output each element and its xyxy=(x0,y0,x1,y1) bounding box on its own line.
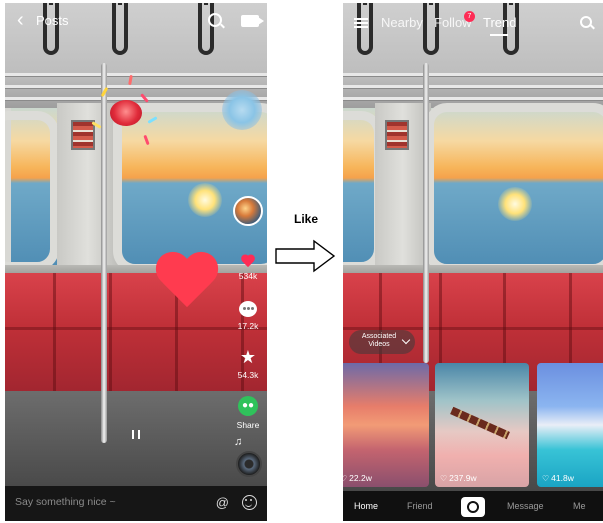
nav-home[interactable]: Home xyxy=(354,501,378,511)
comment-button[interactable]: 17.2k xyxy=(227,301,267,331)
transition-label: Like xyxy=(294,212,319,226)
associated-videos-label: Associated Videos xyxy=(361,333,397,348)
card-view-count: ♡ 22.2w xyxy=(343,473,372,483)
heart-outline-icon: ♡ xyxy=(343,474,348,483)
top-bar: ‹ Posts xyxy=(5,3,267,39)
nav-message[interactable]: Message xyxy=(507,501,544,511)
chevron-down-icon xyxy=(401,335,411,345)
create-button[interactable] xyxy=(461,497,485,517)
grab-pole xyxy=(101,63,107,443)
share-label: Share xyxy=(236,420,260,430)
favorite-count: 54.3k xyxy=(237,370,259,380)
luggage-rail xyxy=(343,85,603,89)
associated-videos-toggle[interactable]: Associated Videos xyxy=(349,330,415,354)
heart-outline-icon: ♡ xyxy=(440,474,448,483)
share-icon: ●● xyxy=(238,396,258,416)
effect-orb xyxy=(222,90,262,130)
hand-strap xyxy=(357,3,373,55)
share-button[interactable]: ●● Share xyxy=(227,396,267,430)
associated-video-strip: ♡ 22.2w ♡ 237.9w ♡ 41.8w xyxy=(343,363,603,487)
tab-nearby[interactable]: Nearby xyxy=(381,15,423,30)
at-icon[interactable]: @ xyxy=(216,495,229,510)
favorite-button[interactable]: ★ 54.3k xyxy=(227,348,267,380)
music-disc[interactable] xyxy=(236,451,262,477)
search-icon[interactable] xyxy=(208,13,222,27)
hamburger-icon[interactable] xyxy=(354,18,368,28)
luggage-rail xyxy=(5,85,267,89)
left-phone-screen: ‹ Posts 534k 17.2k ★ 54.3k ●● Share ♫ @ xyxy=(5,3,267,521)
like-animation-heart xyxy=(155,253,219,311)
luggage-rail xyxy=(343,97,603,101)
window-frame xyxy=(425,103,603,273)
transition-arrow xyxy=(275,239,336,273)
video-card[interactable]: ♡ 237.9w xyxy=(435,363,529,487)
video-card[interactable]: ♡ 22.2w xyxy=(343,363,429,487)
nav-friend[interactable]: Friend xyxy=(407,501,433,511)
pause-icon[interactable] xyxy=(132,430,140,439)
train-on-water xyxy=(450,406,510,440)
nav-me[interactable]: Me xyxy=(573,501,586,511)
like-count: 534k xyxy=(238,271,258,281)
back-icon[interactable]: ‹ xyxy=(17,10,24,30)
comment-count: 17.2k xyxy=(237,321,259,331)
video-card[interactable]: ♡ 41.8w xyxy=(537,363,603,487)
like-button[interactable]: 534k xyxy=(227,255,267,281)
window-frame xyxy=(5,111,59,271)
heart-icon xyxy=(241,255,255,267)
tab-trend[interactable]: Trend xyxy=(483,15,516,30)
cake-sticker xyxy=(110,100,142,126)
right-phone-screen: Nearby Follow 7 Trend Associated Videos … xyxy=(343,3,603,521)
poster xyxy=(385,120,409,150)
poster xyxy=(71,120,95,150)
bottom-nav: Home Friend Message Me xyxy=(343,491,603,521)
comment-input[interactable] xyxy=(15,496,205,508)
grab-pole xyxy=(423,63,429,363)
search-icon[interactable] xyxy=(580,16,592,28)
active-tab-indicator xyxy=(490,34,508,36)
luggage-rail xyxy=(5,73,267,77)
comment-bar: @ xyxy=(5,486,267,521)
creator-avatar[interactable] xyxy=(233,196,263,226)
star-icon: ★ xyxy=(239,347,257,367)
follow-badge: 7 xyxy=(464,11,475,22)
emoji-icon[interactable] xyxy=(242,495,257,510)
card-view-count: ♡ 41.8w xyxy=(542,473,574,483)
luggage-rail xyxy=(343,73,603,77)
heart-outline-icon: ♡ xyxy=(542,474,550,483)
camera-icon[interactable] xyxy=(241,15,264,27)
card-view-count: ♡ 237.9w xyxy=(440,473,477,483)
page-title: Posts xyxy=(36,13,69,28)
music-note-icon: ♫ xyxy=(234,436,243,448)
comment-icon xyxy=(239,301,257,317)
